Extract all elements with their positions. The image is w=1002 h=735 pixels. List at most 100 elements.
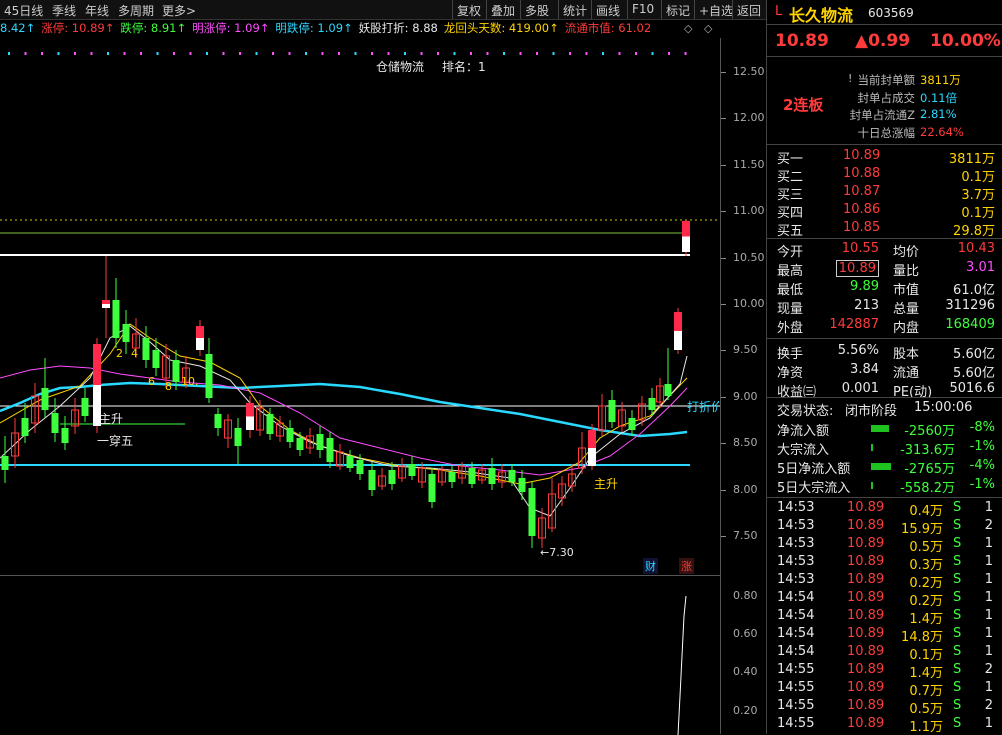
- tick-row[interactable]: 14:55 10.89 1.1万 S 1: [767, 716, 1002, 735]
- candle[interactable]: [608, 390, 616, 428]
- candle[interactable]: [234, 418, 242, 464]
- candle[interactable]: [378, 468, 386, 490]
- flow-label: 净流入额: [777, 424, 830, 439]
- tick-row[interactable]: 14:55 10.89 1.4万 S 2: [767, 662, 1002, 681]
- kline-chart[interactable]: [0, 38, 720, 573]
- tick-volume: 0.4万: [909, 504, 943, 519]
- candle[interactable]: [266, 408, 274, 440]
- candle[interactable]: [588, 424, 596, 470]
- candle[interactable]: [488, 458, 496, 490]
- candle[interactable]: [674, 308, 682, 354]
- count-label-2: 2: [116, 347, 123, 360]
- candle[interactable]: [11, 418, 19, 468]
- candle[interactable]: [102, 256, 110, 338]
- tick-row[interactable]: 14:55 10.89 0.7万 S 1: [767, 680, 1002, 699]
- badge-cai[interactable]: 财: [643, 558, 658, 574]
- tick-volume: 14.8万: [901, 630, 943, 645]
- candle[interactable]: [286, 420, 294, 448]
- candle[interactable]: [41, 358, 49, 418]
- tick-row[interactable]: 14:53 10.89 0.5万 S 1: [767, 536, 1002, 555]
- candle[interactable]: [628, 410, 636, 436]
- tick-row[interactable]: 14:53 10.89 0.2万 S 1: [767, 572, 1002, 591]
- tick-row[interactable]: 14:54 10.89 14.8万 S 1: [767, 626, 1002, 645]
- candle[interactable]: [408, 456, 416, 480]
- tick-row[interactable]: 14:55 10.89 0.5万 S 2: [767, 698, 1002, 717]
- tick-row[interactable]: 14:53 10.89 0.4万 S 1: [767, 500, 1002, 519]
- candle[interactable]: [71, 398, 79, 434]
- candle[interactable]: [316, 426, 324, 458]
- toolbar-left-0[interactable]: 45日线: [4, 2, 43, 19]
- candle[interactable]: [81, 388, 89, 422]
- candle[interactable]: [368, 462, 376, 496]
- trade-status-time: 15:00:06: [914, 400, 973, 415]
- candle[interactable]: [196, 320, 204, 356]
- volume-pane: [0, 575, 720, 735]
- stat-value: 213: [854, 298, 879, 313]
- count-label-10: 10.: [181, 375, 199, 388]
- badge-zhang[interactable]: 涨: [679, 558, 694, 574]
- candle[interactable]: [528, 482, 536, 548]
- toolbar-left-4[interactable]: 更多>: [162, 2, 196, 19]
- tick-volume: 15.9万: [901, 522, 943, 537]
- candle[interactable]: [336, 444, 344, 470]
- candle[interactable]: [326, 432, 334, 468]
- toolbar-left-3[interactable]: 多周期: [118, 2, 154, 19]
- candle[interactable]: [152, 338, 160, 376]
- candle[interactable]: [122, 310, 130, 354]
- indicator-5: 妖股打折: 8.88: [358, 21, 438, 35]
- tick-side: S: [953, 680, 962, 695]
- tick-row[interactable]: 14:53 10.89 0.3万 S 1: [767, 554, 1002, 573]
- tick-row[interactable]: 14:53 10.89 15.9万 S 2: [767, 518, 1002, 537]
- tick-time: 14:55: [777, 662, 815, 677]
- indicator-0: 8.42↑: [0, 21, 36, 35]
- candle[interactable]: [548, 478, 556, 532]
- toolbar-right-2[interactable]: 多股: [525, 2, 549, 19]
- candle[interactable]: [224, 414, 232, 448]
- toolbar-right-0[interactable]: 复权: [457, 2, 481, 19]
- candle[interactable]: [558, 476, 566, 506]
- flow-bar: [871, 425, 889, 432]
- toolbar-right-3[interactable]: 统计: [563, 2, 587, 19]
- toolbar-right-6[interactable]: 标记: [666, 2, 690, 19]
- toolbar-right-8[interactable]: 返回: [737, 2, 761, 19]
- candle[interactable]: [682, 220, 690, 256]
- candle[interactable]: [31, 383, 39, 433]
- candle[interactable]: [598, 394, 606, 436]
- stat-value: 168409: [945, 317, 995, 332]
- candle[interactable]: [51, 398, 59, 442]
- diamond-icon[interactable]: ◇: [684, 22, 692, 35]
- toolbar-right-1[interactable]: 叠加: [491, 2, 515, 19]
- tick-price: 10.89: [847, 536, 885, 551]
- diamond-icon-2[interactable]: ◇: [704, 22, 712, 35]
- candle[interactable]: [1, 436, 9, 483]
- stat-label: 现量: [777, 302, 804, 317]
- toolbar-right-5[interactable]: F10: [632, 2, 654, 16]
- tick-row[interactable]: 14:54 10.89 0.1万 S 1: [767, 644, 1002, 663]
- candle[interactable]: [518, 470, 526, 500]
- candle[interactable]: [246, 396, 254, 438]
- tick-time: 14:53: [777, 518, 815, 533]
- stat-value: 10.43: [957, 241, 995, 256]
- candle[interactable]: [578, 432, 586, 474]
- candle[interactable]: [214, 408, 222, 436]
- toolbar-left-2[interactable]: 年线: [85, 2, 109, 19]
- candle[interactable]: [205, 338, 213, 403]
- candle[interactable]: [398, 458, 406, 482]
- candle[interactable]: [142, 326, 150, 368]
- candle[interactable]: [448, 466, 456, 488]
- candle[interactable]: [428, 468, 436, 508]
- candle[interactable]: [664, 348, 672, 400]
- tick-row[interactable]: 14:54 10.89 1.4万 S 1: [767, 608, 1002, 627]
- tick-row[interactable]: 14:54 10.89 0.2万 S 1: [767, 590, 1002, 609]
- dazhe-label: 打折价: [687, 400, 719, 414]
- toolbar-right-4[interactable]: 画线: [596, 2, 620, 19]
- indicator-1: 涨停: 10.89↑: [41, 21, 115, 35]
- toolbar-left-1[interactable]: 季线: [52, 2, 76, 19]
- flow-bar: [871, 444, 874, 451]
- book-price: 10.85: [843, 220, 881, 235]
- candle[interactable]: [346, 450, 354, 472]
- candle[interactable]: [61, 416, 69, 450]
- candle[interactable]: [112, 278, 120, 348]
- toolbar-right-7[interactable]: +自选: [699, 2, 733, 19]
- candle[interactable]: [256, 400, 264, 436]
